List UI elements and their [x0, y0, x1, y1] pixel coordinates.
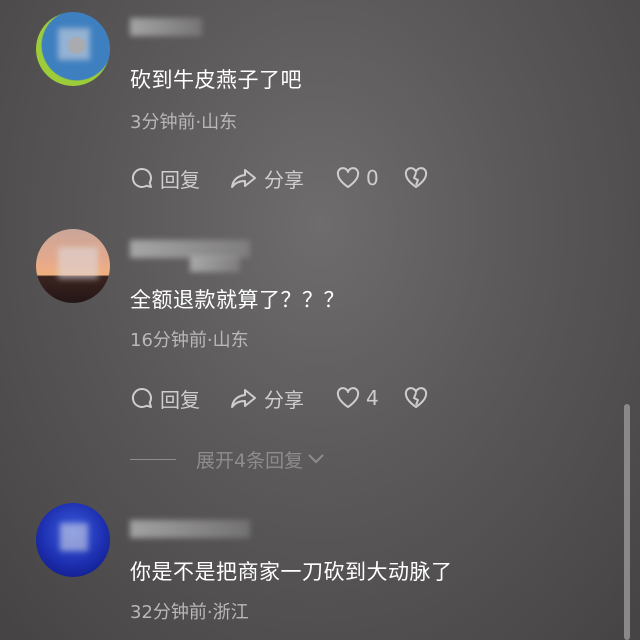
comment-item: 你是不是把商家一刀砍到大动脉了 32分钟前·浙江 [0, 0, 640, 640]
comment-text: 你是不是把商家一刀砍到大动脉了 [130, 560, 453, 584]
comment-meta: 32分钟前·浙江 [130, 602, 249, 623]
scrollbar[interactable] [624, 404, 630, 640]
avatar[interactable] [36, 503, 110, 577]
avatar-blur [60, 523, 88, 551]
username-blurred[interactable] [130, 520, 250, 538]
